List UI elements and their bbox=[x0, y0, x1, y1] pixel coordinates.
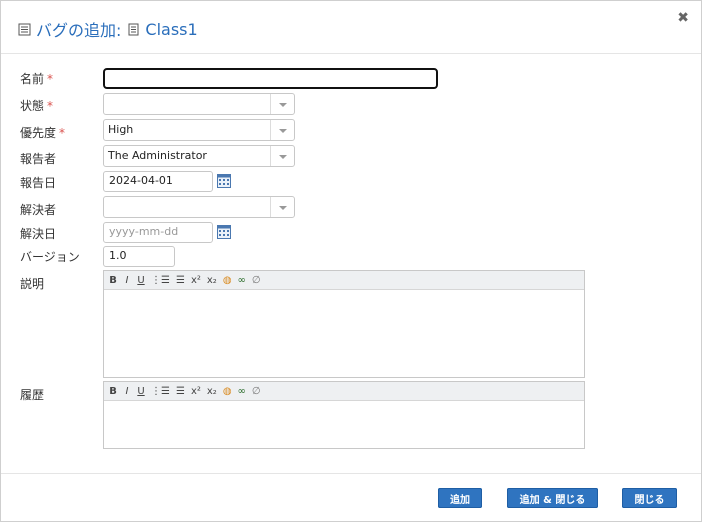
subscript-icon[interactable]: x₂ bbox=[207, 386, 217, 397]
reporter-label: 報告者 bbox=[20, 152, 57, 166]
reporter-select[interactable]: The Administrator bbox=[103, 145, 295, 167]
required-marker: * bbox=[47, 99, 54, 113]
resolver-select[interactable] bbox=[103, 196, 295, 218]
superscript-icon[interactable]: x² bbox=[191, 386, 201, 397]
ordered-list-icon[interactable]: ⋮☰ bbox=[151, 275, 170, 286]
unordered-list-icon[interactable]: ☰ bbox=[176, 275, 185, 286]
footer-divider bbox=[1, 473, 701, 474]
dialog-header: バグの追加: Class1 ✖ bbox=[1, 1, 701, 54]
subscript-icon[interactable]: x₂ bbox=[207, 275, 217, 286]
chevron-down-icon[interactable] bbox=[270, 94, 294, 114]
superscript-icon[interactable]: x² bbox=[191, 275, 201, 286]
clear-format-icon[interactable]: ◍ bbox=[223, 275, 232, 286]
unordered-list-icon[interactable]: ☰ bbox=[176, 386, 185, 397]
history-editor[interactable]: B I U ⋮☰ ☰ x² x₂ ◍ ∞ ∅ bbox=[103, 381, 585, 449]
version-label: バージョン bbox=[20, 250, 80, 264]
close-button[interactable]: 閉じる bbox=[622, 488, 677, 508]
underline-button[interactable]: U bbox=[137, 275, 145, 286]
status-label: 状態 * bbox=[20, 99, 54, 113]
required-marker: * bbox=[47, 72, 54, 86]
report-date-input[interactable]: 2024-04-01 bbox=[103, 171, 213, 192]
underline-button[interactable]: U bbox=[137, 386, 145, 397]
italic-button[interactable]: I bbox=[123, 386, 131, 397]
name-label: 名前 * bbox=[20, 72, 54, 86]
name-input[interactable] bbox=[103, 68, 438, 89]
calendar-icon[interactable] bbox=[217, 173, 231, 188]
clear-format-icon[interactable]: ◍ bbox=[223, 386, 232, 397]
add-and-close-button[interactable]: 追加 & 閉じる bbox=[507, 488, 598, 508]
dialog-class-name: Class1 bbox=[145, 19, 198, 39]
priority-label: 優先度 * bbox=[20, 126, 66, 140]
history-label: 履歴 bbox=[20, 388, 45, 402]
resolve-date-input[interactable]: yyyy-mm-dd bbox=[103, 222, 213, 243]
link-icon[interactable]: ∞ bbox=[238, 386, 246, 397]
add-button[interactable]: 追加 bbox=[438, 488, 482, 508]
calendar-icon[interactable] bbox=[217, 224, 231, 239]
chevron-down-icon[interactable] bbox=[270, 197, 294, 217]
description-editor[interactable]: B I U ⋮☰ ☰ x² x₂ ◍ ∞ ∅ bbox=[103, 270, 585, 378]
resolve-date-label: 解決日 bbox=[20, 227, 57, 241]
priority-select[interactable]: High bbox=[103, 119, 295, 141]
close-icon[interactable]: ✖ bbox=[677, 10, 689, 26]
history-toolbar: B I U ⋮☰ ☰ x² x₂ ◍ ∞ ∅ bbox=[104, 382, 584, 401]
bug-list-icon bbox=[18, 23, 31, 35]
class-icon bbox=[128, 23, 139, 35]
resolver-label: 解決者 bbox=[20, 203, 57, 217]
dialog-title: バグの追加: Class1 bbox=[18, 17, 198, 41]
version-input[interactable]: 1.0 bbox=[103, 246, 175, 267]
bold-button[interactable]: B bbox=[109, 386, 117, 397]
report-date-label: 報告日 bbox=[20, 176, 57, 190]
italic-button[interactable]: I bbox=[123, 275, 131, 286]
chevron-down-icon[interactable] bbox=[270, 146, 294, 166]
ordered-list-icon[interactable]: ⋮☰ bbox=[151, 386, 170, 397]
bold-button[interactable]: B bbox=[109, 275, 117, 286]
unlink-icon[interactable]: ∅ bbox=[252, 386, 261, 397]
unlink-icon[interactable]: ∅ bbox=[252, 275, 261, 286]
add-bug-dialog: バグの追加: Class1 ✖ 名前 * 状態 * 優先度 * High 報告者 Th… bbox=[0, 0, 702, 522]
required-marker: * bbox=[59, 126, 66, 140]
chevron-down-icon[interactable] bbox=[270, 120, 294, 140]
link-icon[interactable]: ∞ bbox=[238, 275, 246, 286]
description-label: 説明 bbox=[20, 277, 45, 291]
description-toolbar: B I U ⋮☰ ☰ x² x₂ ◍ ∞ ∅ bbox=[104, 271, 584, 290]
status-select[interactable] bbox=[103, 93, 295, 115]
dialog-title-text: バグの追加: bbox=[36, 21, 122, 40]
